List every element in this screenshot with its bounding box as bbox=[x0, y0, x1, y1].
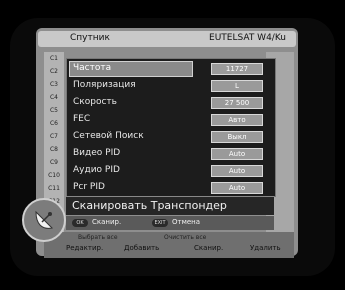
menu-item-label: Аудио PID bbox=[73, 165, 120, 175]
scan-transponder-banner: Сканировать Транспондер bbox=[66, 196, 274, 215]
menu-item-label: FEC bbox=[73, 114, 91, 124]
channel-entry: C4 bbox=[49, 94, 58, 101]
menu-item-value[interactable]: 27 500 bbox=[211, 97, 263, 109]
menu-item-label: Видео PID bbox=[73, 148, 121, 158]
delete-label[interactable]: Удалить bbox=[250, 244, 281, 252]
menu-item-symbol-rate[interactable]: Скорость 27 500 bbox=[67, 95, 275, 111]
satellite-header: Спутник EUTELSAT W4/Ku bbox=[38, 31, 296, 47]
menu-item-network-search[interactable]: Сетевой Поиск Выкл bbox=[67, 129, 275, 145]
exit-help-label: Отмена bbox=[172, 218, 201, 226]
channel-entry: C10 bbox=[48, 172, 60, 179]
menu-item-value[interactable]: 11727 bbox=[211, 63, 263, 75]
channel-entry: C1 bbox=[49, 55, 58, 62]
channel-entry: C6 bbox=[49, 120, 58, 127]
menu-item-value[interactable]: Авто bbox=[211, 114, 263, 126]
exit-key-icon: EXIT bbox=[152, 219, 168, 227]
menu-item-label: Сетевой Поиск bbox=[73, 131, 144, 141]
menu-item-label: Скорость bbox=[73, 97, 117, 107]
channel-entry: C3 bbox=[49, 81, 58, 88]
ok-help-label: Сканир. bbox=[92, 218, 122, 226]
satellite-label: Спутник bbox=[70, 33, 110, 43]
menu-item-video-pid[interactable]: Видео PID Auto bbox=[67, 146, 275, 162]
satellite-dish-icon bbox=[22, 198, 66, 242]
menu-item-value[interactable]: Выкл bbox=[211, 131, 263, 143]
menu-item-value[interactable]: Auto bbox=[211, 148, 263, 160]
menu-item-label: Частота bbox=[73, 63, 112, 73]
menu-item-value[interactable]: Auto bbox=[211, 165, 263, 177]
edit-label[interactable]: Редактир. bbox=[66, 244, 103, 252]
scan-label[interactable]: Сканир. bbox=[194, 244, 223, 252]
menu-item-frequency[interactable]: Частота 11727 bbox=[67, 61, 275, 77]
select-all-label[interactable]: Выбрать все bbox=[78, 234, 118, 241]
channel-entry: C7 bbox=[49, 133, 58, 140]
satellite-name: EUTELSAT W4/Ku bbox=[209, 33, 286, 43]
ok-key-icon: OK bbox=[72, 219, 88, 227]
channel-entry: C11 bbox=[48, 185, 60, 192]
menu-item-value[interactable]: L bbox=[211, 80, 263, 92]
channel-entry: C9 bbox=[49, 159, 58, 166]
menu-item-fec[interactable]: FEC Авто bbox=[67, 112, 275, 128]
menu-item-audio-pid[interactable]: Аудио PID Auto bbox=[67, 163, 275, 179]
help-bar: OK Сканир. EXIT Отмена bbox=[66, 216, 274, 230]
channel-entry: C2 bbox=[49, 68, 58, 75]
clear-all-label[interactable]: Очистить все bbox=[164, 234, 206, 241]
transponder-menu: Частота 11727 Поляризация L Скорость 27 … bbox=[66, 58, 276, 197]
banner-title: Сканировать Транспондер bbox=[72, 199, 227, 212]
menu-item-polarization[interactable]: Поляризация L bbox=[67, 78, 275, 94]
menu-item-label: Поляризация bbox=[73, 80, 136, 90]
bottom-function-bar: Выбрать все Очистить все Редактир. Добав… bbox=[44, 232, 294, 258]
channel-entry: C5 bbox=[49, 107, 58, 114]
menu-item-label: Pcr PID bbox=[73, 182, 105, 192]
menu-item-pcr-pid[interactable]: Pcr PID Auto bbox=[67, 180, 275, 196]
add-label[interactable]: Добавить bbox=[124, 244, 159, 252]
channel-entry: C8 bbox=[49, 146, 58, 153]
menu-item-value[interactable]: Auto bbox=[211, 182, 263, 194]
